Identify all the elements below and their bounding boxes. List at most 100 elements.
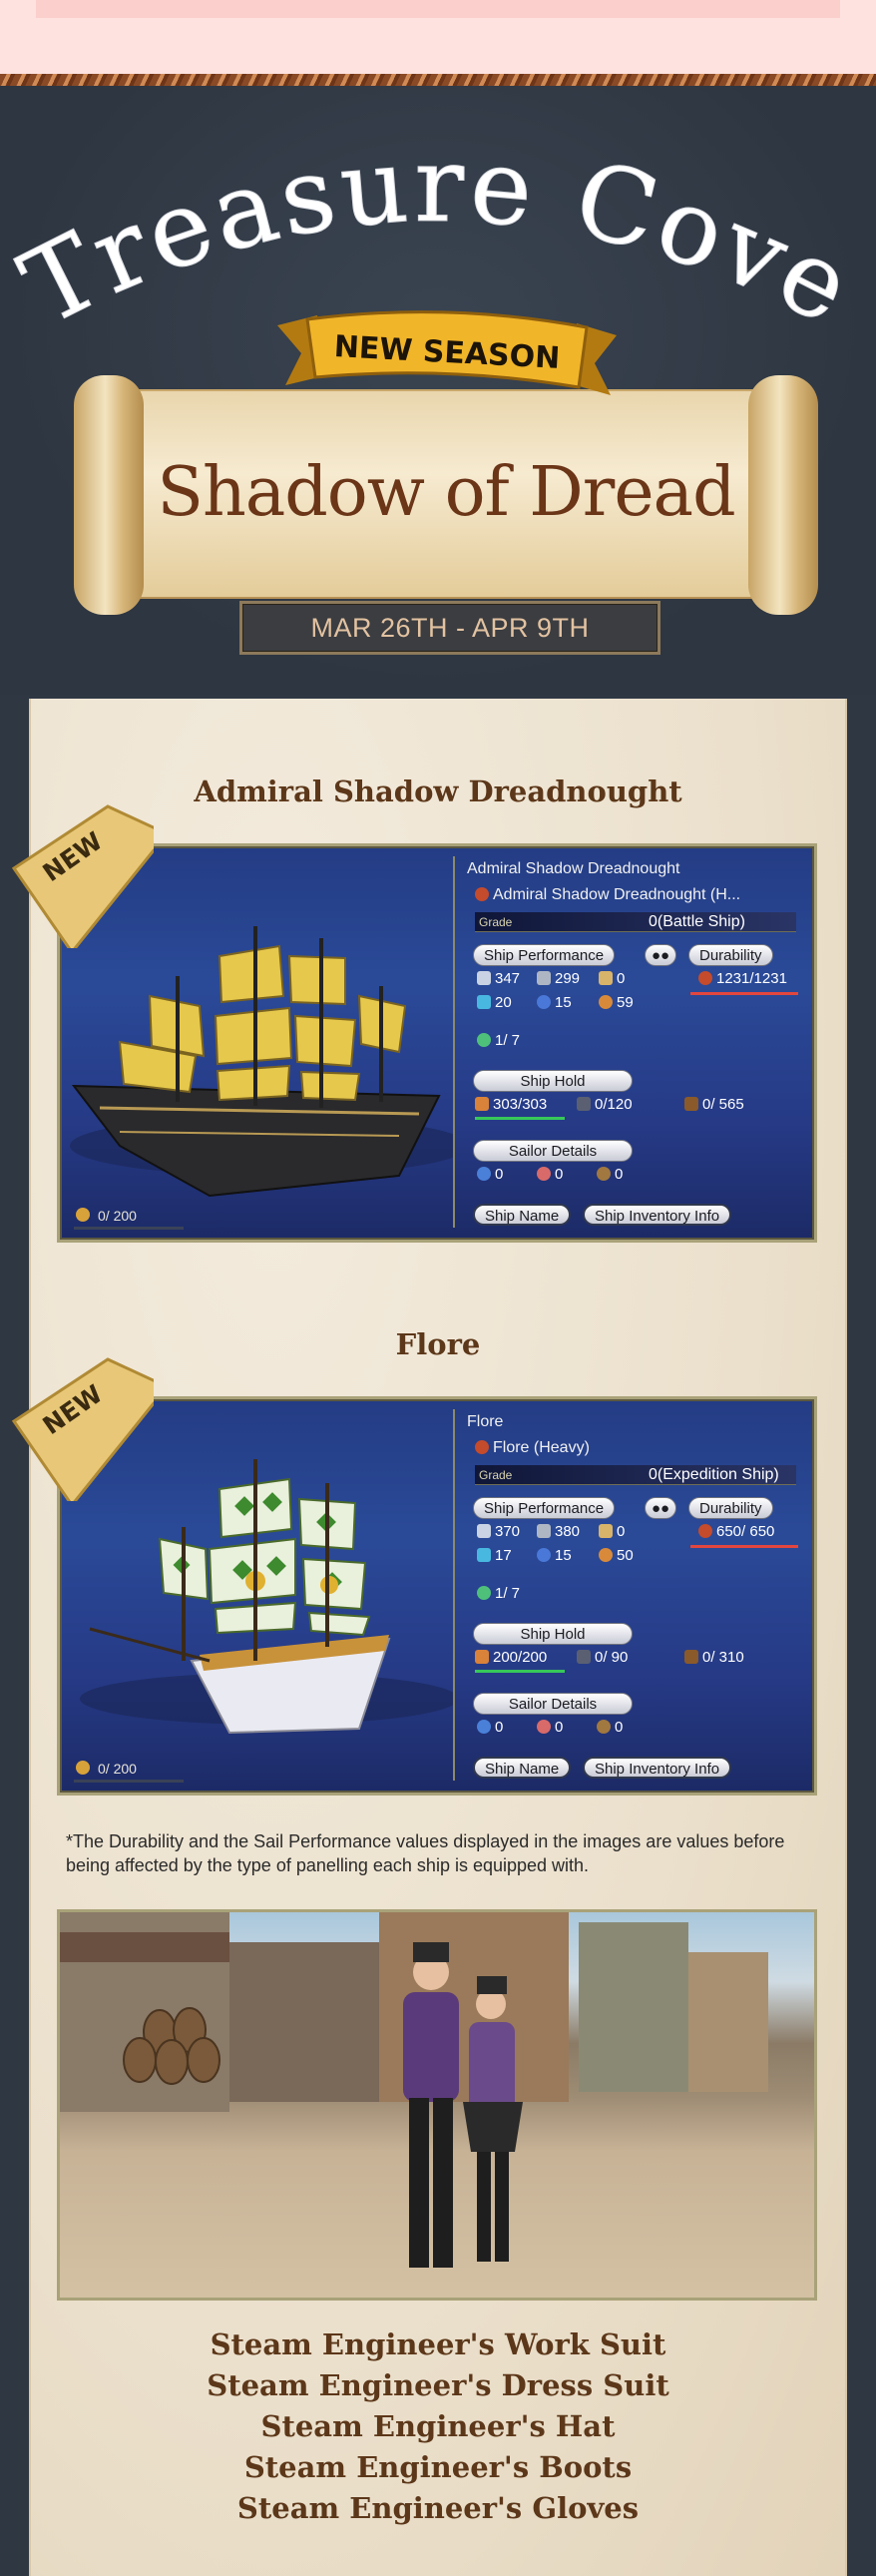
sailor-details-tab[interactable]: Sailor Details (473, 1140, 633, 1162)
ship-hold-tab[interactable]: Ship Hold (473, 1623, 633, 1645)
rowing-stat: 299 (537, 970, 580, 987)
sailor-details-tab[interactable]: Sailor Details (473, 1693, 633, 1715)
ship-name-button[interactable]: Ship Name (473, 1757, 572, 1779)
hold-cargo-value: 303/303 (493, 1096, 548, 1113)
ship-inventory-button[interactable]: Ship Inventory Info (583, 1757, 732, 1779)
crew-stat: 1/ 7 (477, 1585, 520, 1602)
turning-value: 20 (495, 994, 512, 1011)
rope-divider (0, 74, 876, 86)
sail-icon (477, 971, 491, 985)
ship-hold-tab[interactable]: Ship Hold (473, 1070, 633, 1092)
event-dates-text: MAR 26TH - APR 9TH (310, 613, 590, 643)
wave-stat: 15 (537, 994, 572, 1011)
ship-name-button[interactable]: Ship Name (473, 1204, 572, 1226)
hold-supply-stat: 0/120 (577, 1096, 633, 1113)
new-badge: NEW (4, 1351, 191, 1508)
ship-performance-tab[interactable]: Ship Performance (473, 1497, 616, 1519)
hold-storage-stat: 0/ 565 (684, 1096, 744, 1113)
sailor-type1-value: 0 (495, 1719, 504, 1736)
hold-storage-stat: 0/ 310 (684, 1649, 744, 1666)
wave-stat: 15 (537, 1547, 572, 1564)
ship-info-name: Admiral Shadow Dreadnought (467, 860, 680, 877)
hold-supply-value: 0/120 (595, 1096, 633, 1113)
sail-speed-stat: 347 (477, 970, 520, 987)
sailor-type2-value: 0 (555, 1719, 564, 1736)
sailor-type2-value: 0 (555, 1166, 564, 1183)
sail-icon (477, 1524, 491, 1538)
durability-value-row: 1231/1231 (698, 970, 787, 987)
costume-preview-image (57, 1909, 817, 2301)
oar-value: 0 (617, 970, 626, 987)
hold-storage-value: 0/ 565 (702, 1096, 744, 1113)
crew-stat: 1/ 7 (477, 1032, 520, 1049)
durability-value-row: 650/ 650 (698, 1523, 774, 1540)
storage-icon (684, 1650, 698, 1664)
ship-performance-tab[interactable]: Ship Performance (473, 944, 616, 966)
costume-item: Steam Engineer's Boots (243, 2450, 633, 2484)
crew-icon (477, 1586, 491, 1600)
turning-value: 17 (495, 1547, 512, 1564)
rowing-icon (537, 1524, 551, 1538)
ship-info-name: Flore (467, 1413, 504, 1430)
new-badge-flag (11, 1357, 191, 1508)
grade-value: 0(Battle Ship) (649, 913, 745, 930)
cargo-icon (475, 1650, 489, 1664)
ship-type-icon (475, 887, 489, 901)
storage-icon (684, 1097, 698, 1111)
durability-value: 1231/1231 (716, 970, 787, 987)
sailor-type3: 0 (597, 1719, 623, 1736)
turning-stat: 20 (477, 994, 512, 1011)
rowing-value: 380 (555, 1523, 581, 1540)
capacity-bar (74, 1227, 184, 1230)
supply-icon (577, 1097, 591, 1111)
durability-tab[interactable]: Durability (688, 1497, 773, 1519)
event-dates: MAR 26TH - APR 9TH (239, 601, 660, 655)
armor-value: 59 (617, 994, 634, 1011)
gunner-icon (537, 1167, 551, 1181)
marine-icon (597, 1720, 611, 1734)
durability-value: 650/ 650 (716, 1523, 775, 1540)
performance-eye-icon[interactable]: ●● (645, 944, 677, 966)
wave-icon (537, 1548, 551, 1562)
sailor-icon (477, 1720, 491, 1734)
rowing-stat: 380 (537, 1523, 580, 1540)
new-badge: NEW (4, 798, 191, 955)
rowing-value: 299 (555, 970, 581, 987)
ship-inventory-button[interactable]: Ship Inventory Info (583, 1204, 732, 1226)
grade-value: 0(Expedition Ship) (649, 1466, 779, 1483)
oar-value: 0 (617, 1523, 626, 1540)
performance-eye-icon[interactable]: ●● (645, 1497, 677, 1519)
sailor-icon (477, 1167, 491, 1181)
sail-speed-value: 370 (495, 1523, 521, 1540)
capacity-value: 0/ 200 (98, 1761, 137, 1777)
sailor-type1: 0 (477, 1166, 503, 1183)
turning-icon (477, 1548, 491, 1562)
sailor-type2: 0 (537, 1719, 563, 1736)
hold-storage-value: 0/ 310 (702, 1649, 744, 1666)
sailor-type2: 0 (537, 1166, 563, 1183)
grade-row: Grade 0(Expedition Ship) (475, 1465, 796, 1485)
crew-value: 1/ 7 (495, 1032, 521, 1049)
costume-item: Steam Engineer's Hat (260, 2409, 616, 2443)
armor-icon (599, 1548, 613, 1562)
durability-tab[interactable]: Durability (688, 944, 773, 966)
costume-scene (60, 1912, 768, 2268)
oar-stat: 0 (599, 1523, 625, 1540)
ship-info-panel: Flore Flore (Heavy) Grade 0(Expedition S… (467, 1405, 812, 1789)
sailor-type3-value: 0 (615, 1719, 624, 1736)
supply-icon (577, 1650, 591, 1664)
capacity-icon (76, 1208, 90, 1222)
sail-speed-value: 347 (495, 970, 521, 987)
ship-subname-text: Admiral Shadow Dreadnought (H... (493, 886, 741, 903)
sailor-type3: 0 (597, 1166, 623, 1183)
costume-item: Steam Engineer's Gloves (236, 2491, 640, 2525)
durability-bar (690, 992, 798, 995)
hold-supply-value: 0/ 90 (595, 1649, 629, 1666)
card-divider (453, 856, 455, 1228)
event-name: Shadow of Dread (157, 453, 735, 532)
new-badge-flag (11, 804, 191, 955)
rowing-icon (537, 971, 551, 985)
hold-cargo-stat: 303/303 (475, 1096, 547, 1113)
event-scroll: Shadow of Dread (74, 375, 818, 615)
event-header: Treasure Cove Shadow of Dread NEW SEASON… (0, 86, 876, 695)
